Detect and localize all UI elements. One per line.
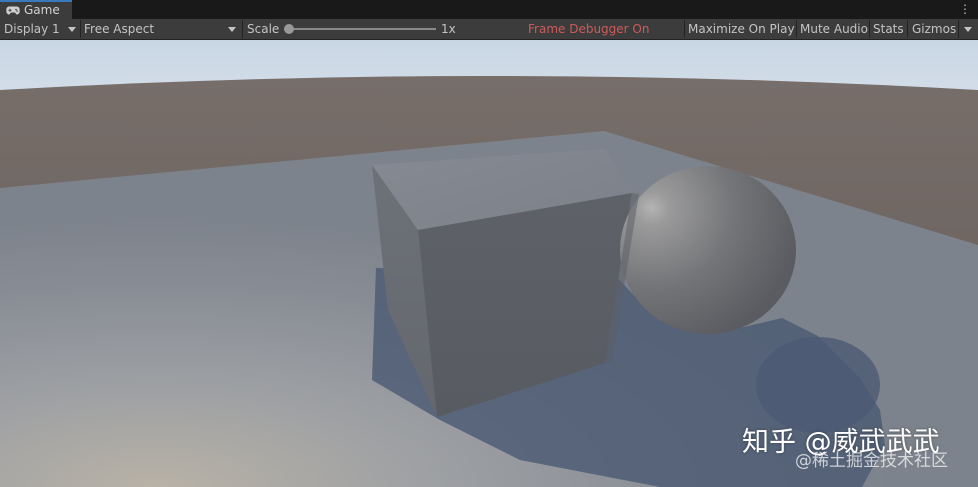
scale-slider-thumb[interactable] — [284, 24, 294, 34]
kebab-menu-icon[interactable]: ⋮ — [958, 2, 972, 17]
maximize-on-play-toggle[interactable]: Maximize On Play — [688, 19, 795, 39]
display-dropdown-label: Display 1 — [4, 22, 60, 36]
tab-strip: Game ⋮ — [0, 0, 978, 19]
toolbar-divider — [242, 20, 243, 38]
game-window: Game ⋮ Display 1 Free Aspect Scale 1x Fr… — [0, 0, 978, 487]
tab-game[interactable]: Game — [0, 0, 72, 19]
toolbar-divider — [958, 20, 959, 38]
scale-label: Scale — [247, 22, 280, 36]
stats-toggle[interactable]: Stats — [873, 19, 904, 39]
scene-render — [0, 40, 978, 487]
gamepad-icon — [6, 6, 20, 15]
scale-slider-track[interactable] — [289, 28, 436, 30]
toolbar-divider — [907, 20, 908, 38]
chevron-down-icon — [228, 27, 236, 32]
tab-label: Game — [24, 3, 60, 17]
mute-audio-toggle[interactable]: Mute Audio — [800, 19, 868, 39]
frame-debugger-status: Frame Debugger On — [528, 22, 650, 36]
toolbar-divider — [869, 20, 870, 38]
chevron-down-icon — [68, 27, 76, 32]
gizmos-dropdown-chevron-icon[interactable] — [964, 27, 972, 32]
game-viewport[interactable]: 知乎 @威武武武 @稀土掘金技术社区 — [0, 40, 978, 487]
toolbar-divider — [80, 20, 81, 38]
aspect-dropdown-label: Free Aspect — [84, 22, 155, 36]
gizmos-toggle[interactable]: Gizmos — [912, 19, 956, 39]
toolbar-divider — [684, 20, 685, 38]
scale-value: 1x — [441, 22, 456, 36]
aspect-dropdown[interactable]: Free Aspect — [84, 19, 240, 39]
toolbar-divider — [796, 20, 797, 38]
display-dropdown[interactable]: Display 1 — [4, 19, 78, 39]
watermark-subtext: @稀土掘金技术社区 — [795, 451, 948, 471]
